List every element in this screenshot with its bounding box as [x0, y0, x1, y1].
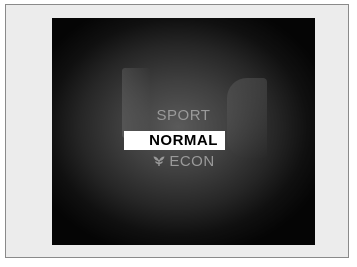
background-blur-left: [122, 68, 150, 138]
mode-normal-label: NORMAL: [149, 132, 218, 149]
mode-option-normal[interactable]: NORMAL: [52, 132, 315, 149]
mode-sport-label: SPORT: [156, 107, 211, 124]
mode-option-sport[interactable]: SPORT: [52, 107, 315, 124]
mode-option-econ[interactable]: ECON: [52, 153, 315, 170]
drive-mode-display: SPORT NORMAL ECON: [52, 18, 315, 245]
econ-leaf-icon: [153, 156, 165, 166]
figure-frame: SPORT NORMAL ECON: [5, 4, 349, 258]
mode-econ-label: ECON: [169, 153, 215, 170]
